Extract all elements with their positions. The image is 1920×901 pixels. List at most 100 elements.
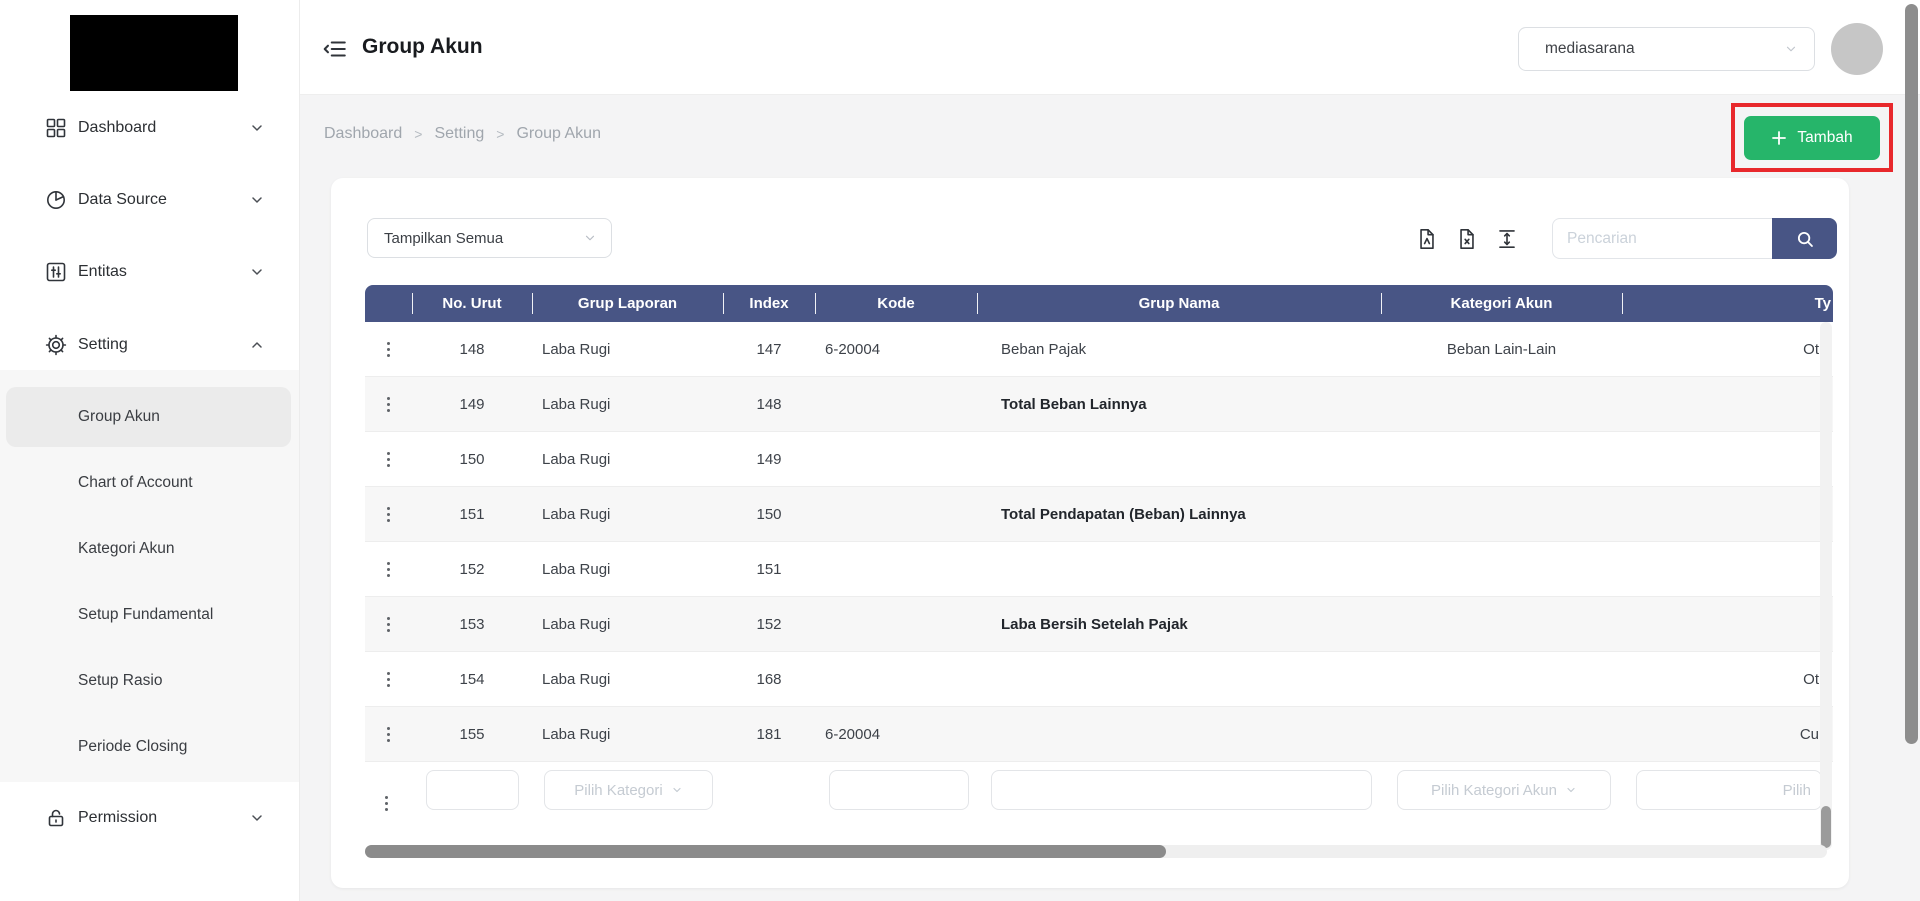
lock-icon [44, 806, 68, 830]
row-height-icon[interactable] [1494, 226, 1520, 252]
tambah-button[interactable]: Tambah [1744, 116, 1880, 160]
header-actions [365, 285, 412, 322]
sidebar-item-data-source[interactable]: Data Source [0, 178, 299, 222]
grid-icon [44, 116, 68, 140]
cell-grup-laporan: Laba Rugi [542, 615, 611, 633]
cell-grup-nama [977, 652, 1381, 706]
cell-kode [815, 597, 977, 651]
row-actions-cell [365, 322, 412, 376]
row-actions-cell [365, 432, 412, 486]
row-actions-icon[interactable] [381, 721, 396, 748]
filter-no-urut-input[interactable] [426, 770, 519, 810]
cell-grup-laporan: Laba Rugi [542, 670, 611, 688]
avatar[interactable] [1831, 23, 1883, 75]
cell-type: Ot [1803, 340, 1819, 358]
cell-grup-nama: Total Pendapatan (Beban) Lainnya [1001, 505, 1246, 523]
sidebar-item-periode-closing[interactable]: Periode Closing [78, 732, 187, 762]
chevron-down-icon [249, 192, 265, 208]
pie-chart-icon [44, 188, 68, 212]
table-vertical-scrollbar [1820, 322, 1832, 850]
cell-grup-nama [977, 707, 1381, 761]
header-kategori-akun: Kategori Akun [1381, 285, 1622, 322]
cell-index: 148 [756, 395, 782, 413]
sidebar-item-permission[interactable]: Permission [0, 796, 299, 840]
cell-type [1622, 487, 1833, 541]
cell-grup-nama: Total Beban Lainnya [1001, 395, 1147, 413]
sliders-icon [44, 260, 68, 284]
cell-kode: 6-20004 [825, 340, 881, 358]
annotation-highlight: Tambah [1731, 103, 1893, 172]
cell-type [1622, 432, 1833, 486]
filter-type-placeholder: Pilih [1782, 781, 1811, 799]
sidebar-item-setting[interactable]: Setting [0, 323, 299, 367]
row-actions-cell [365, 542, 412, 596]
sidebar-item-entitas[interactable]: Entitas [0, 250, 299, 294]
export-excel-icon[interactable] [1454, 226, 1480, 252]
cell-index: 150 [756, 505, 782, 523]
row-actions-icon[interactable] [381, 556, 396, 583]
breadcrumb-dashboard[interactable]: Dashboard [324, 125, 402, 143]
sidebar: Dashboard Data Source Entitas Setting Gr… [0, 0, 300, 901]
tenant-select[interactable]: mediasarana [1518, 27, 1815, 71]
search-bar [1552, 218, 1837, 259]
cell-grup-laporan: Laba Rugi [542, 450, 611, 468]
sidebar-item-kategori-akun[interactable]: Kategori Akun [78, 534, 175, 564]
chevron-down-icon [249, 810, 265, 826]
search-input[interactable] [1552, 218, 1772, 259]
filter-kode-input[interactable] [829, 770, 969, 810]
cell-kode: 6-20004 [825, 725, 881, 743]
table-vertical-scrollbar-thumb[interactable] [1821, 806, 1831, 848]
row-actions-icon[interactable] [381, 611, 396, 638]
page-scrollbar-thumb[interactable] [1905, 4, 1918, 744]
cell-index: 168 [756, 670, 782, 688]
sidebar-item-dashboard[interactable]: Dashboard [0, 106, 299, 150]
cell-no-urut: 149 [459, 395, 485, 413]
export-pdf-icon[interactable] [1414, 226, 1440, 252]
filter-kategori-akun-select[interactable]: Pilih Kategori Akun [1397, 770, 1611, 810]
breadcrumb-separator: > [496, 126, 505, 142]
row-actions-icon[interactable] [379, 790, 394, 817]
search-icon [1794, 228, 1816, 250]
plus-icon [1771, 130, 1787, 146]
cell-index: 152 [756, 615, 782, 633]
filter-grup-nama-input[interactable] [991, 770, 1372, 810]
sidebar-item-group-akun[interactable]: Group Akun [78, 402, 160, 432]
sidebar-item-setup-rasio[interactable]: Setup Rasio [78, 666, 162, 696]
sidebar-item-chart-of-account[interactable]: Chart of Account [78, 468, 193, 498]
sidebar-item-setup-fundamental[interactable]: Setup Fundamental [78, 600, 213, 630]
cell-index: 149 [756, 450, 782, 468]
row-actions-icon[interactable] [381, 501, 396, 528]
row-actions-icon[interactable] [381, 391, 396, 418]
cell-no-urut: 152 [459, 560, 485, 578]
breadcrumb-setting[interactable]: Setting [434, 125, 484, 143]
cell-grup-nama: Laba Bersih Setelah Pajak [1001, 615, 1188, 633]
filter-type-select[interactable]: Pilih [1636, 770, 1822, 810]
header-kode: Kode [815, 285, 977, 322]
breadcrumb: Dashboard > Setting > Group Akun [324, 125, 601, 143]
table-horizontal-scrollbar-thumb[interactable] [365, 845, 1166, 858]
cell-no-urut: 153 [459, 615, 485, 633]
sidebar-collapse-icon[interactable] [322, 36, 348, 62]
row-actions-icon[interactable] [381, 446, 396, 473]
cell-grup-laporan: Laba Rugi [542, 560, 611, 578]
show-filter-select[interactable]: Tampilkan Semua [367, 218, 612, 258]
table-horizontal-scrollbar [365, 845, 1827, 858]
sidebar-item-label: Data Source [78, 191, 167, 208]
header-index: Index [723, 285, 815, 322]
gear-icon [44, 333, 68, 357]
header-no-urut: No. Urut [412, 285, 532, 322]
chevron-down-icon [671, 784, 683, 796]
cell-kode [815, 487, 977, 541]
search-button[interactable] [1772, 218, 1837, 259]
cell-grup-laporan: Laba Rugi [542, 725, 611, 743]
filter-grup-laporan-select[interactable]: Pilih Kategori [544, 770, 713, 810]
cell-kategori-akun [1381, 432, 1622, 486]
cell-kode [815, 432, 977, 486]
table-row: 153 Laba Rugi 152 Laba Bersih Setelah Pa… [365, 597, 1833, 652]
topbar: Group Akun mediasarana [300, 0, 1920, 95]
row-actions-icon[interactable] [381, 336, 396, 363]
cell-type [1622, 542, 1833, 596]
cell-kategori-akun [1381, 542, 1622, 596]
table-row: 152 Laba Rugi 151 [365, 542, 1833, 597]
row-actions-icon[interactable] [381, 666, 396, 693]
